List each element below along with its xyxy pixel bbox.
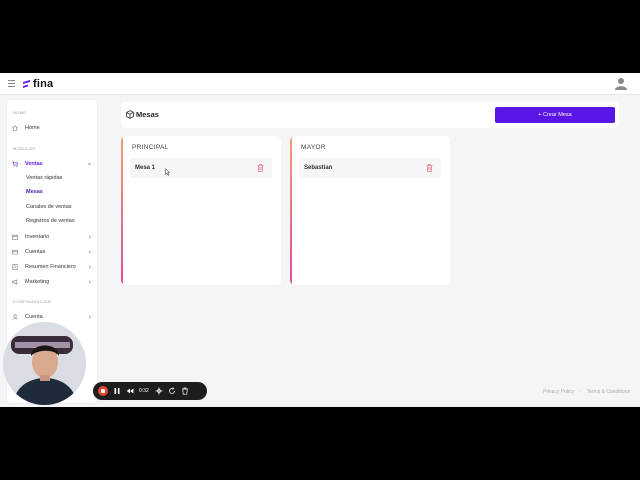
chevron-right-icon [88, 250, 91, 254]
table-row[interactable]: Sebastian [299, 158, 441, 178]
sidebar-item-ventas[interactable]: Ventas [12, 159, 94, 169]
area-card-principal: PRINCIPAL Mesa 1 [121, 136, 281, 285]
sidebar-subitem-mesas[interactable]: Mesas [26, 188, 43, 197]
top-bar: fina [0, 73, 640, 95]
sidebar-item-label: Cuenta [25, 314, 43, 320]
sidebar-item-label: Inventario [25, 234, 50, 240]
sidebar-subitem-ventas-rapidas[interactable]: Ventas rápidas [26, 174, 62, 183]
footer-links: Privacy Policy · Terms & Conditions [539, 389, 630, 395]
move-icon[interactable] [155, 387, 163, 395]
create-table-button[interactable]: + Crear Mesa [495, 107, 615, 123]
chevron-down-icon [87, 162, 92, 165]
chevron-right-icon [88, 280, 91, 284]
restart-icon[interactable] [168, 387, 176, 395]
recording-timer: 0:32 [139, 388, 149, 394]
sidebar-item-label: Marketing [25, 279, 50, 285]
sidebar-subitem-registros[interactable]: Registros de ventas [26, 217, 75, 226]
megaphone-icon [12, 279, 18, 285]
sidebar-item-home[interactable]: Home [12, 123, 94, 133]
sidebar-item-label: Resumen Financiero [25, 264, 76, 270]
app-logo[interactable]: fina [22, 77, 53, 91]
area-card-mayor: MAYOR Sebastian [290, 136, 450, 285]
webcam-person-image [3, 322, 86, 405]
menu-icon[interactable] [8, 80, 15, 87]
logo-mark-icon [23, 79, 30, 88]
chevron-right-icon [88, 265, 91, 269]
trash-icon[interactable] [257, 164, 264, 172]
sidebar-item-cuenta[interactable]: Cuenta [12, 312, 94, 322]
table-row[interactable]: Mesa 1 [130, 158, 272, 178]
report-icon [12, 264, 18, 270]
section-label-home: HOME [13, 110, 27, 115]
chevron-right-icon [88, 315, 91, 319]
cube-icon [126, 110, 134, 119]
terms-link[interactable]: Terms & Conditions [587, 389, 630, 395]
sidebar-item-label: Home [25, 125, 40, 131]
delete-recording-icon[interactable] [181, 387, 189, 395]
table-name: Mesa 1 [135, 165, 156, 171]
recording-toolbar: 0:32 [93, 382, 207, 400]
user-avatar-icon[interactable] [615, 77, 627, 90]
footer-separator: · [579, 389, 582, 395]
chevron-right-icon [88, 235, 91, 239]
section-label-config: CONFIGURACIÓN [13, 299, 51, 304]
rewind-icon[interactable] [126, 387, 134, 395]
mouse-cursor-icon [165, 168, 170, 176]
sidebar-item-cuentas[interactable]: Cuentas [12, 247, 94, 257]
area-title: PRINCIPAL [132, 144, 169, 151]
app-screen: fina HOME Home MODULOS Ventas Ventas ráp… [0, 73, 640, 407]
page-title: Mesas [136, 110, 159, 119]
area-accent-stripe [290, 136, 292, 285]
webcam-overlay [3, 322, 86, 405]
sidebar-item-label: Cuentas [25, 249, 46, 255]
page-header: Mesas + Crear Mesa [121, 102, 619, 128]
user-icon [12, 314, 18, 320]
sidebar-item-label: Ventas [25, 161, 43, 167]
section-label-modules: MODULOS [13, 146, 36, 151]
sidebar-subitem-canales[interactable]: Canales de ventas [26, 203, 72, 212]
sidebar-item-marketing[interactable]: Marketing [12, 277, 94, 287]
box-icon [12, 234, 18, 240]
area-accent-stripe [121, 136, 123, 285]
sidebar-item-inventario[interactable]: Inventario [12, 232, 94, 242]
trash-icon[interactable] [426, 164, 433, 172]
home-icon [12, 125, 18, 131]
app-name: fina [33, 78, 54, 90]
card-icon [12, 249, 18, 255]
privacy-policy-link[interactable]: Privacy Policy [543, 389, 574, 395]
sidebar-item-resumen-financiero[interactable]: Resumen Financiero [12, 262, 94, 272]
area-title: MAYOR [301, 144, 326, 151]
pause-icon[interactable] [113, 387, 121, 395]
table-name: Sebastian [304, 165, 333, 171]
cart-icon [12, 161, 18, 167]
stop-recording-button[interactable] [98, 386, 108, 396]
